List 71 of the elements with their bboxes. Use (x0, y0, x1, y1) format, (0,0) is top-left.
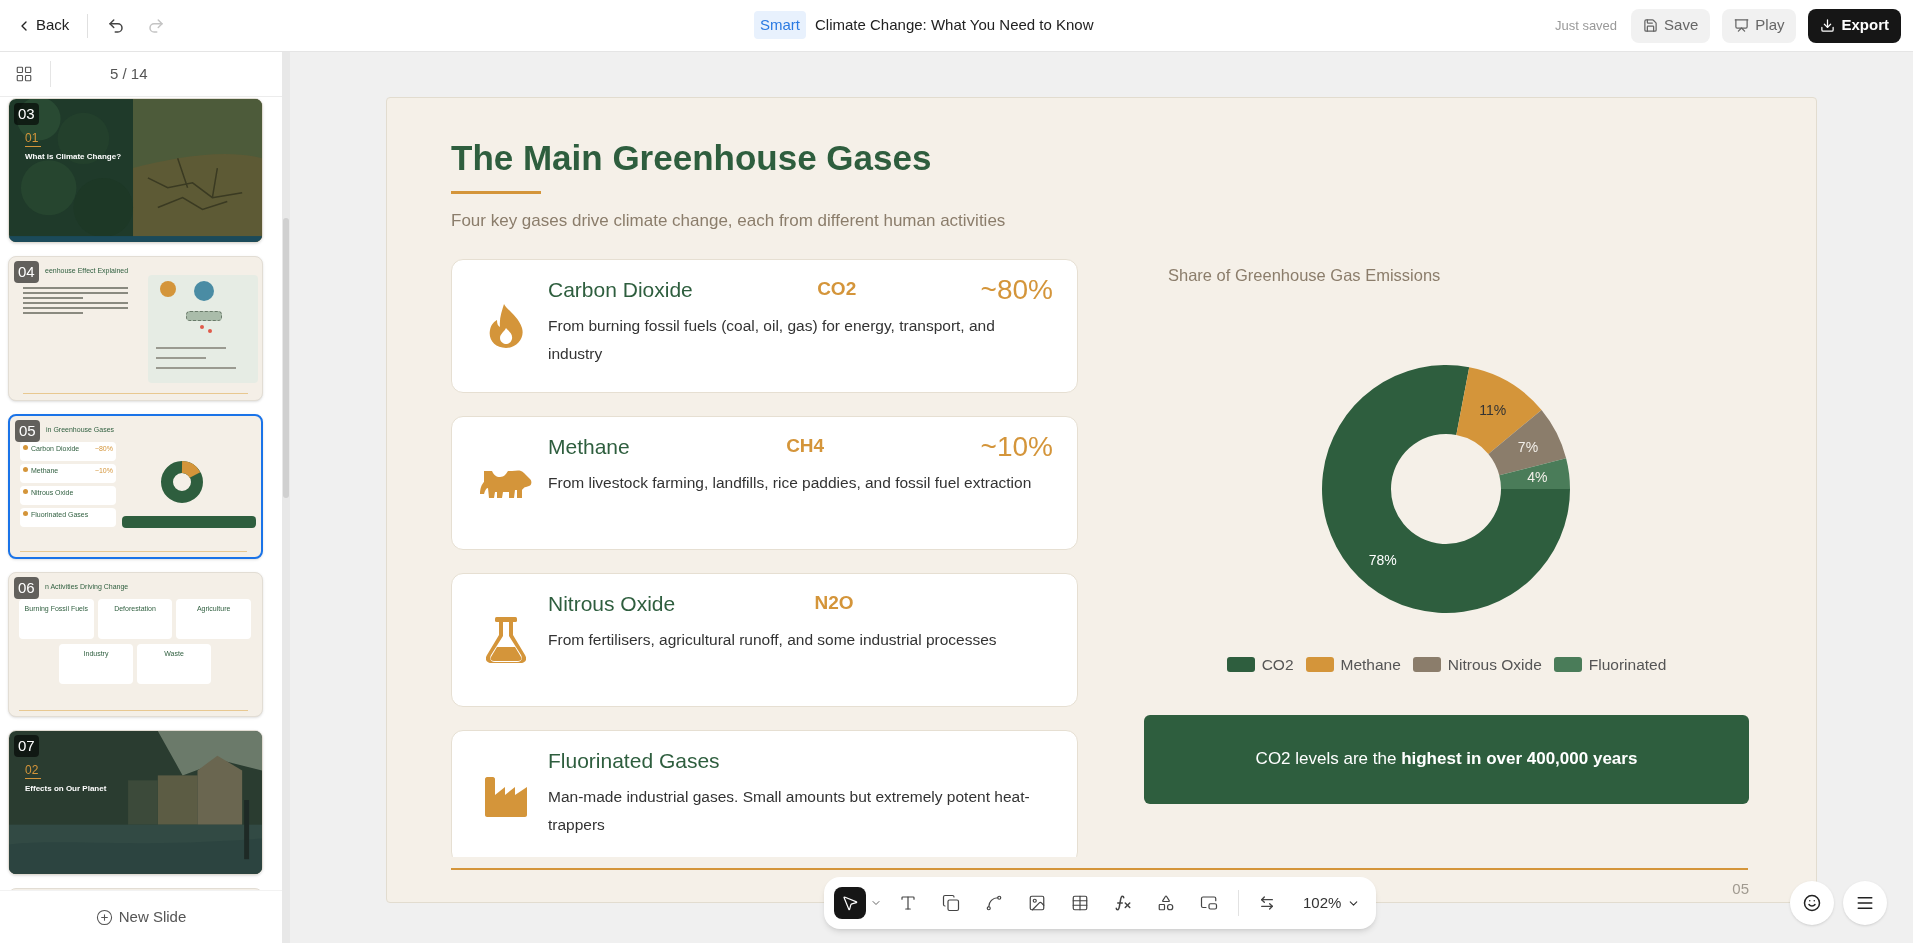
slide-counter: 5 / 14 (110, 63, 148, 84)
slice-label: 78% (1369, 552, 1398, 569)
gas-description: Man-made industrial gases. Small amounts but extremely potent heat-trappers (548, 786, 1031, 835)
new-slide-button[interactable]: New Slide (95, 905, 187, 929)
image-icon (1027, 894, 1046, 912)
gas-share: ~10% (980, 429, 1053, 464)
callout-text: CO2 levels are the highest in over 400,000 years (1255, 748, 1638, 771)
shapes-icon (1156, 894, 1175, 912)
function-icon (1113, 894, 1132, 912)
undo-icon (107, 16, 126, 35)
download-icon (1820, 18, 1836, 33)
menu-icon (1856, 894, 1874, 912)
pointer-icon (841, 894, 859, 912)
gas-formula: CH4 (786, 434, 825, 459)
curve-icon (984, 894, 1003, 912)
document-title: Climate Change: What You Need to Know (815, 14, 1094, 35)
slide-number-badge: 05 (15, 420, 40, 442)
slide-number-badge: 06 (14, 577, 39, 599)
arrows-icon (1259, 895, 1275, 911)
emoji-button[interactable] (1790, 881, 1834, 925)
factory-icon (483, 776, 529, 817)
presentation-icon (1734, 18, 1750, 33)
back-button[interactable]: Back (12, 9, 74, 42)
redo-icon (147, 16, 166, 35)
legend-label: Fluorinated (1588, 655, 1667, 676)
slice-label: 7% (1518, 439, 1539, 456)
section-number: 01 (25, 130, 39, 147)
gas-share: ~80% (980, 272, 1053, 307)
flask-icon (486, 616, 526, 663)
save-status: Just saved (1554, 16, 1618, 35)
slide-title: The Main Greenhouse Gases (451, 138, 933, 178)
grid-icon (15, 65, 33, 83)
slide-number-badge: 04 (14, 261, 39, 283)
tool-button[interactable] (834, 887, 866, 919)
chart-title: Share of Greenhouse Gas Emissions (1168, 264, 1442, 286)
smile-icon (1803, 894, 1821, 912)
gas-name: Fluorinated Gases (548, 747, 720, 774)
gas-description: From burning fossil fuels (coal, oil, gas) for energy, transport, and industry (548, 315, 996, 364)
slice-label: 11% (1479, 402, 1507, 419)
legend-label: Nitrous Oxide (1447, 655, 1542, 676)
text-icon (898, 894, 917, 912)
play-button[interactable]: Play (1722, 8, 1797, 43)
smart-badge: Smart (754, 11, 806, 39)
save-button[interactable]: Save (1631, 8, 1711, 43)
zoom-dropdown[interactable]: 102% (1303, 891, 1361, 915)
page-number: 05 (1732, 879, 1749, 899)
plus-icon (95, 908, 113, 926)
gas-formula: CO2 (817, 277, 857, 302)
gas-name: Nitrous Oxide (548, 590, 676, 617)
slice-label: 4% (1527, 469, 1548, 486)
slide-thumbnail[interactable]: 03 01 What is Climate Change? (8, 98, 263, 243)
overlapping-squares-icon (941, 894, 960, 912)
slide-subtitle: Four key gases drive climate change, each from different human activities (451, 210, 1007, 232)
picture-in-picture-icon (1199, 894, 1218, 912)
menu-button[interactable] (1843, 881, 1887, 925)
save-icon (1643, 18, 1659, 33)
slide-title: What is Climate Change? (25, 151, 121, 163)
scrollbar-thumb[interactable] (283, 218, 289, 498)
table-icon (1070, 894, 1089, 912)
gas-description: From livestock farming, landfills, rice paddies, and fossil fuel extraction (548, 472, 1033, 493)
slide-title: Effects on Our Planet (25, 783, 107, 795)
legend-label: Methane (1340, 655, 1401, 676)
gas-name: Carbon Dioxide (548, 276, 693, 303)
gas-description: From fertilisers, agricultural runoff, and some industrial processes (548, 629, 998, 650)
slide-thumbnail[interactable]: 07 02 Effects on Our Planet (8, 730, 263, 875)
donut-drawing (160, 460, 204, 504)
section-number: 02 (25, 762, 39, 779)
export-button[interactable]: Export (1808, 8, 1901, 43)
legend-label: CO2 (1261, 655, 1294, 676)
gas-formula: N2O (814, 591, 854, 616)
gas-name: Methane (548, 433, 630, 460)
